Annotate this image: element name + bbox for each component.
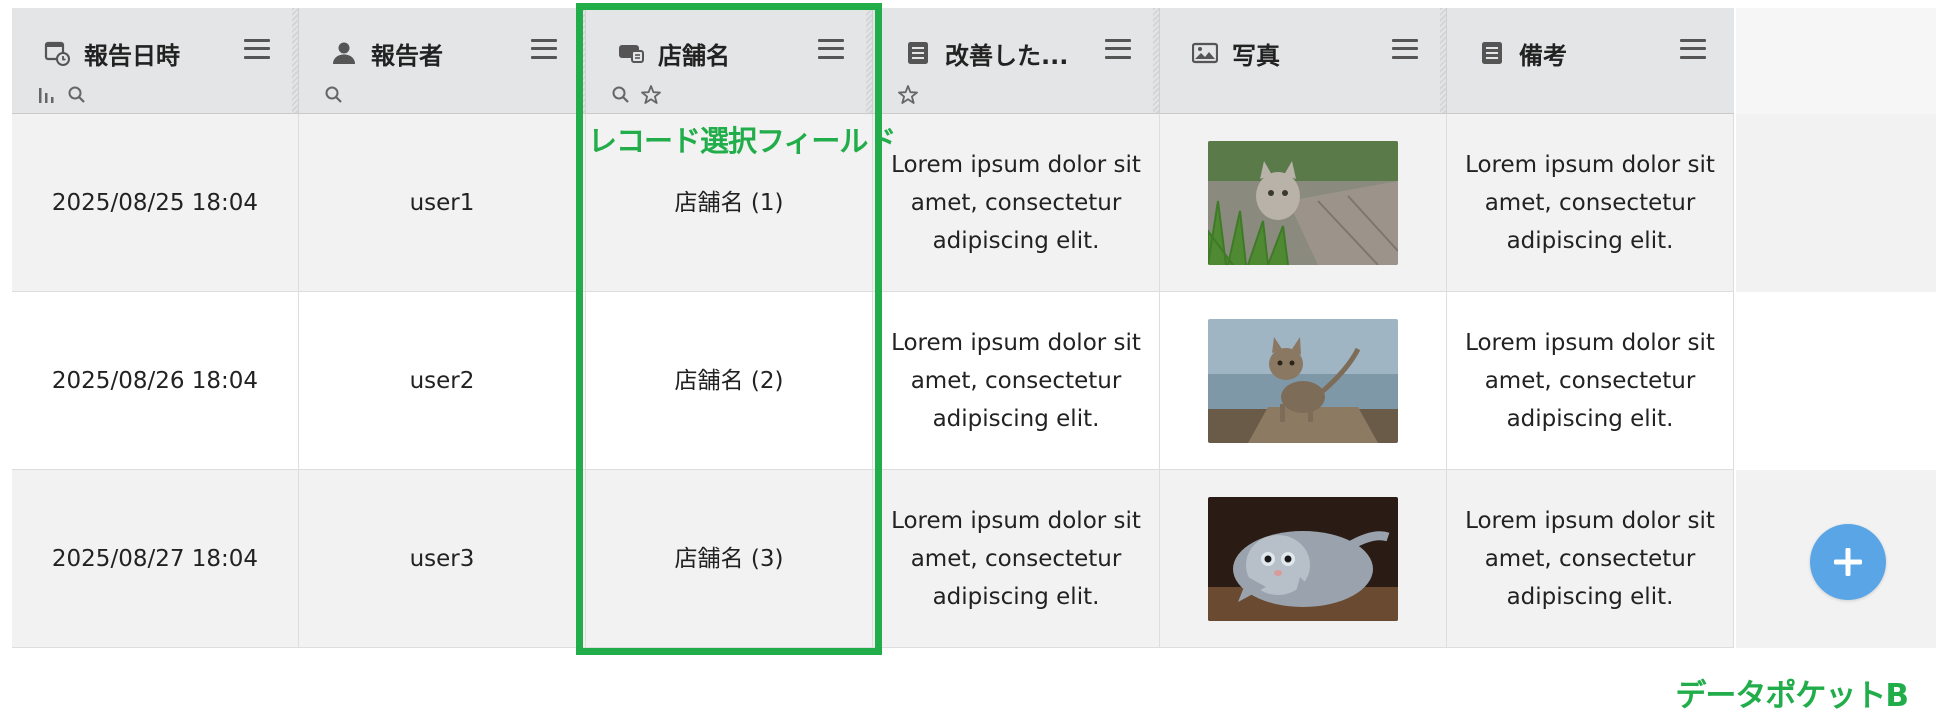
cell-reporter[interactable]: user2 [299, 292, 586, 469]
cell-improvement[interactable]: Lorem ipsum dolor sit amet, consectetur … [873, 470, 1160, 647]
column-label: 写真 [1232, 41, 1280, 70]
column-menu-icon[interactable] [531, 36, 557, 62]
column-header-store-name[interactable]: 店舗名 [586, 8, 873, 114]
column-header-photo[interactable]: 写真 [1160, 8, 1447, 114]
cell-photo[interactable] [1160, 292, 1447, 469]
user-icon [329, 38, 359, 68]
column-header-note[interactable]: 備考 [1447, 8, 1734, 114]
column-label: 報告者 [371, 41, 443, 70]
column-resize-handle[interactable] [1440, 8, 1446, 113]
search-icon[interactable] [323, 84, 345, 106]
photo-thumbnail[interactable] [1208, 140, 1398, 265]
column-menu-icon[interactable] [1105, 36, 1131, 62]
image-icon [1190, 38, 1220, 68]
column-label: 報告日時 [84, 41, 180, 70]
row-empty-area [1736, 292, 1936, 470]
footer-annotation-label: データポケットB [1675, 678, 1909, 714]
column-resize-handle[interactable] [579, 8, 585, 113]
table-header: 報告日時 報告者 店舗名 改善した... 写真 備考 [12, 8, 1734, 114]
column-menu-icon[interactable] [244, 36, 270, 62]
cell-store-name[interactable]: 店舗名 (3) [586, 470, 873, 647]
cell-photo[interactable] [1160, 470, 1447, 647]
required-icon [640, 84, 662, 106]
photo-thumbnail[interactable] [1208, 318, 1398, 443]
table-row[interactable]: 2025/08/27 18:04 user3 店舗名 (3) Lorem ips… [12, 470, 1734, 648]
column-label: 備考 [1519, 41, 1567, 70]
table-body: 2025/08/25 18:04 user1 店舗名 (1) Lorem ips… [12, 114, 1734, 648]
cell-datetime[interactable]: 2025/08/25 18:04 [12, 114, 299, 291]
add-record-button[interactable] [1810, 524, 1886, 600]
table-row[interactable]: 2025/08/26 18:04 user2 店舗名 (2) Lorem ips… [12, 292, 1734, 470]
cell-photo[interactable] [1160, 114, 1447, 291]
column-resize-handle[interactable] [866, 8, 872, 113]
column-menu-icon[interactable] [818, 36, 844, 62]
photo-thumbnail[interactable] [1208, 496, 1398, 621]
column-header-report-datetime[interactable]: 報告日時 [12, 8, 299, 114]
cell-note[interactable]: Lorem ipsum dolor sit amet, consectetur … [1447, 114, 1734, 291]
column-label: 改善した... [945, 41, 1069, 70]
record-select-icon [616, 38, 646, 68]
column-menu-icon[interactable] [1680, 36, 1706, 62]
search-icon[interactable] [610, 84, 632, 106]
cell-datetime[interactable]: 2025/08/26 18:04 [12, 292, 299, 469]
highlight-annotation-label: レコード選択フィールド [588, 124, 896, 158]
textarea-icon [1477, 38, 1507, 68]
datetime-icon [42, 38, 72, 68]
cell-store-name[interactable]: 店舗名 (2) [586, 292, 873, 469]
header-empty-area [1736, 8, 1936, 114]
row-empty-area [1736, 114, 1936, 292]
cell-note[interactable]: Lorem ipsum dolor sit amet, consectetur … [1447, 292, 1734, 469]
plus-icon [1834, 548, 1862, 576]
column-header-reporter[interactable]: 報告者 [299, 8, 586, 114]
column-resize-handle[interactable] [1153, 8, 1159, 113]
cell-reporter[interactable]: user1 [299, 114, 586, 291]
search-icon[interactable] [66, 84, 88, 106]
cell-improvement[interactable]: Lorem ipsum dolor sit amet, consectetur … [873, 292, 1160, 469]
column-resize-handle[interactable] [292, 8, 298, 113]
cell-note[interactable]: Lorem ipsum dolor sit amet, consectetur … [1447, 470, 1734, 647]
column-menu-icon[interactable] [1392, 36, 1418, 62]
cell-datetime[interactable]: 2025/08/27 18:04 [12, 470, 299, 647]
cell-improvement[interactable]: Lorem ipsum dolor sit amet, consectetur … [873, 114, 1160, 291]
textarea-icon [903, 38, 933, 68]
column-label: 店舗名 [658, 41, 730, 70]
aggregate-icon[interactable] [36, 84, 58, 106]
column-header-improvement[interactable]: 改善した... [873, 8, 1160, 114]
required-icon [897, 84, 919, 106]
cell-reporter[interactable]: user3 [299, 470, 586, 647]
